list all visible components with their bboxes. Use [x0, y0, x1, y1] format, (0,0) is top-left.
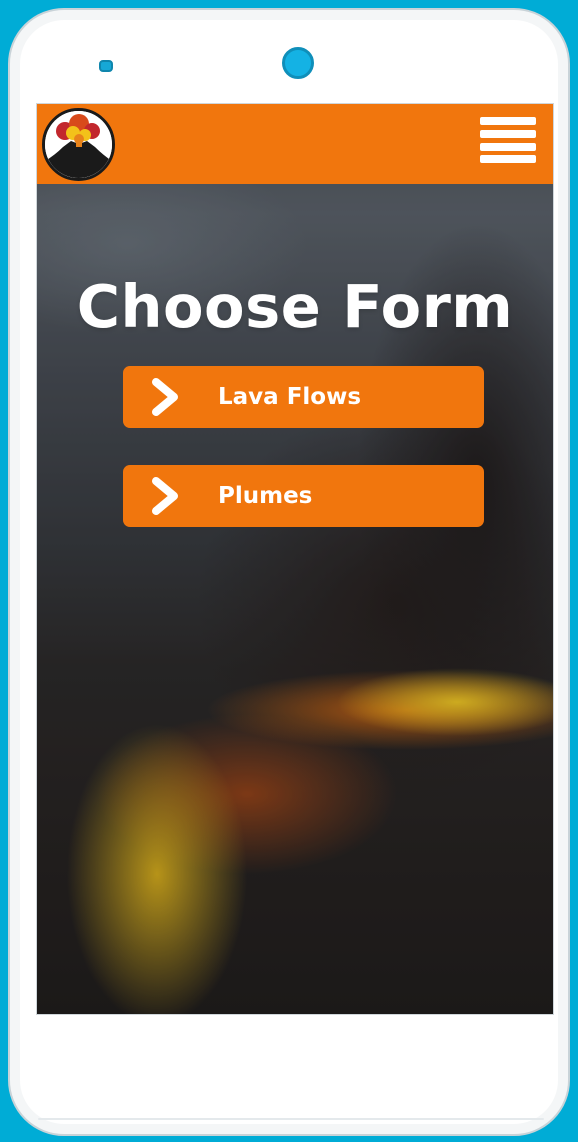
- chevron-right-icon: [152, 378, 178, 416]
- phone-sensor: [99, 60, 113, 72]
- menu-bar: [480, 155, 536, 163]
- lava-flows-button[interactable]: Lava Flows: [123, 366, 484, 428]
- plumes-label: Plumes: [218, 483, 313, 509]
- lava-flows-label: Lava Flows: [218, 384, 362, 410]
- menu-bar: [480, 130, 536, 138]
- page-title: Choose Form: [76, 271, 514, 341]
- phone-camera: [282, 47, 314, 79]
- app-screen: Choose Form Lava Flows Plumes: [36, 103, 554, 1015]
- volcano-logo[interactable]: [42, 108, 115, 181]
- chevron-right-icon: [152, 477, 178, 515]
- plumes-button[interactable]: Plumes: [123, 465, 484, 527]
- app-header: [37, 104, 553, 184]
- menu-bar: [480, 117, 536, 125]
- phone-bottom-bezel: [38, 1118, 544, 1120]
- hamburger-menu-icon[interactable]: [480, 117, 536, 163]
- menu-bar: [480, 143, 536, 151]
